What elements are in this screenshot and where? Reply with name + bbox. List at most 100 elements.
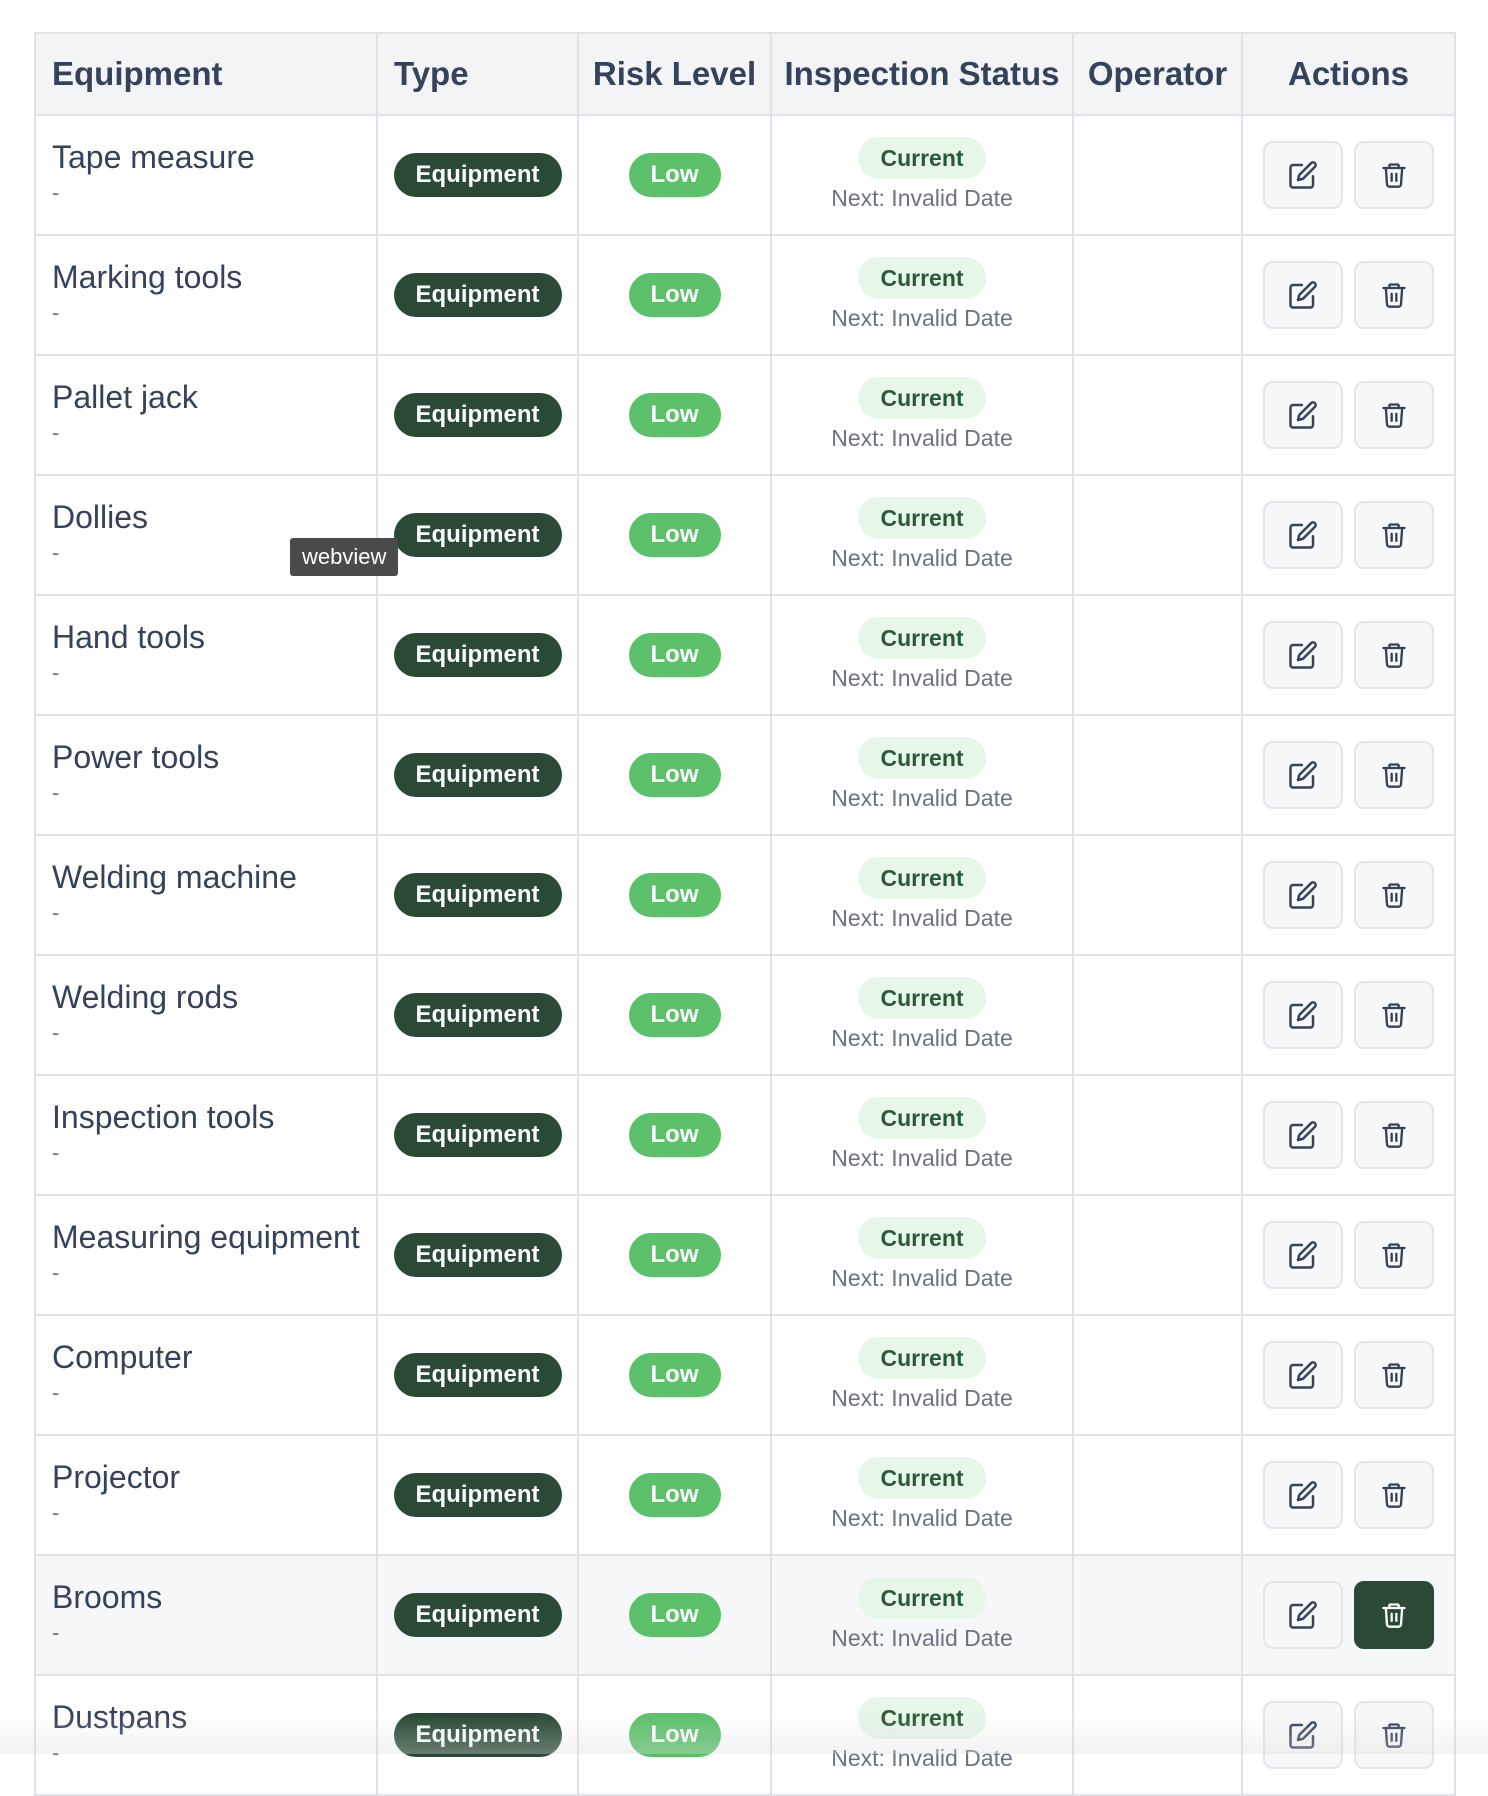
operator-cell	[1072, 474, 1243, 596]
trash-icon	[1382, 283, 1406, 308]
equipment-subtitle: -	[52, 1740, 60, 1765]
edit-icon	[1289, 281, 1318, 309]
column-header-inspection-status[interactable]: Inspection Status	[770, 32, 1074, 116]
equipment-name: Pallet jack	[52, 379, 198, 415]
trash-icon	[1382, 523, 1406, 548]
delete-button[interactable]	[1353, 1221, 1434, 1289]
table-row[interactable]: Marking tools - Equipment Low Current Ne…	[34, 234, 1456, 356]
edit-button[interactable]	[1263, 1341, 1344, 1409]
type-badge: Equipment	[393, 1473, 562, 1517]
delete-button[interactable]	[1353, 861, 1434, 929]
table-row[interactable]: Pallet jack - Equipment Low Current Next…	[34, 354, 1456, 476]
delete-button[interactable]	[1353, 1581, 1434, 1649]
table-row[interactable]: Welding rods - Equipment Low Current Nex…	[34, 954, 1456, 1076]
equipment-cell: Marking tools -	[34, 234, 378, 356]
inspection-status-badge: Current	[858, 617, 986, 659]
next-inspection-date: Next: Invalid Date	[831, 1625, 1013, 1651]
edit-button[interactable]	[1263, 1461, 1344, 1529]
equipment-subtitle: -	[52, 1020, 60, 1045]
equipment-subtitle: -	[52, 1140, 60, 1165]
table-row[interactable]: Brooms - Equipment Low Current Next: Inv…	[34, 1554, 1456, 1676]
trash-icon	[1382, 1003, 1406, 1028]
operator-cell	[1072, 234, 1243, 356]
inspection-cell: Current Next: Invalid Date	[770, 1074, 1074, 1196]
table-row[interactable]: Tape measure - Equipment Low Current Nex…	[34, 114, 1456, 236]
edit-button[interactable]	[1263, 261, 1344, 329]
edit-button[interactable]	[1263, 621, 1344, 689]
operator-cell	[1072, 1674, 1243, 1796]
edit-icon	[1289, 401, 1318, 429]
operator-cell	[1072, 1434, 1243, 1556]
column-header-operator[interactable]: Operator	[1072, 32, 1243, 116]
delete-button[interactable]	[1353, 261, 1434, 329]
equipment-subtitle: -	[52, 1500, 60, 1525]
column-header-type[interactable]: Type	[376, 32, 579, 116]
delete-button[interactable]	[1353, 981, 1434, 1049]
table-row[interactable]: Projector - Equipment Low Current Next: …	[34, 1434, 1456, 1556]
inspection-cell: Current Next: Invalid Date	[770, 354, 1074, 476]
inspection-cell: Current Next: Invalid Date	[770, 114, 1074, 236]
inspection-status-badge: Current	[858, 137, 986, 179]
type-cell: Equipment	[376, 354, 579, 476]
equipment-name: Hand tools	[52, 619, 205, 655]
delete-button[interactable]	[1353, 381, 1434, 449]
edit-button[interactable]	[1263, 861, 1344, 929]
edit-button[interactable]	[1263, 741, 1344, 809]
edit-button[interactable]	[1263, 501, 1344, 569]
table-row[interactable]: Inspection tools - Equipment Low Current…	[34, 1074, 1456, 1196]
table-row[interactable]: Dustpans - Equipment Low Current Next: I…	[34, 1674, 1456, 1796]
edit-button[interactable]	[1263, 141, 1344, 209]
inspection-status-badge: Current	[858, 1577, 986, 1619]
equipment-name: Welding machine	[52, 859, 297, 895]
risk-badge: Low	[628, 633, 721, 677]
next-inspection-date: Next: Invalid Date	[831, 545, 1013, 571]
equipment-name: Dollies	[52, 499, 149, 535]
edit-button[interactable]	[1263, 381, 1344, 449]
column-header-equipment[interactable]: Equipment	[34, 32, 378, 116]
risk-cell: Low	[577, 1554, 772, 1676]
edit-button[interactable]	[1263, 1581, 1344, 1649]
operator-cell	[1072, 834, 1243, 956]
trash-icon	[1382, 1723, 1406, 1748]
inspection-status-badge: Current	[858, 737, 986, 779]
inspection-status-badge: Current	[858, 377, 986, 419]
column-header-risk-level[interactable]: Risk Level	[577, 32, 772, 116]
operator-cell	[1072, 714, 1243, 836]
actions-cell	[1241, 1074, 1456, 1196]
edit-button[interactable]	[1263, 1101, 1344, 1169]
delete-button[interactable]	[1353, 741, 1434, 809]
risk-cell: Low	[577, 834, 772, 956]
edit-icon	[1289, 641, 1318, 669]
type-badge: Equipment	[393, 1593, 562, 1637]
table-row[interactable]: Dollies - Equipment Low Current Next: In…	[34, 474, 1456, 596]
actions-cell	[1241, 1434, 1456, 1556]
edit-icon	[1289, 1241, 1318, 1269]
risk-badge: Low	[628, 1353, 721, 1397]
table-row[interactable]: Computer - Equipment Low Current Next: I…	[34, 1314, 1456, 1436]
actions-cell	[1241, 354, 1456, 476]
table-row[interactable]: Power tools - Equipment Low Current Next…	[34, 714, 1456, 836]
edit-button[interactable]	[1263, 1701, 1344, 1769]
table-row[interactable]: Measuring equipment - Equipment Low Curr…	[34, 1194, 1456, 1316]
type-cell: Equipment	[376, 1074, 579, 1196]
risk-badge: Low	[628, 873, 721, 917]
next-inspection-date: Next: Invalid Date	[831, 1025, 1013, 1051]
table-row[interactable]: Hand tools - Equipment Low Current Next:…	[34, 594, 1456, 716]
delete-button[interactable]	[1353, 621, 1434, 689]
trash-icon	[1382, 1483, 1406, 1508]
equipment-cell: Tape measure -	[34, 114, 378, 236]
delete-button[interactable]	[1353, 501, 1434, 569]
delete-button[interactable]	[1353, 1461, 1434, 1529]
delete-button[interactable]	[1353, 1101, 1434, 1169]
table-row[interactable]: Welding machine - Equipment Low Current …	[34, 834, 1456, 956]
edit-button[interactable]	[1263, 1221, 1344, 1289]
edit-icon	[1289, 1361, 1318, 1389]
delete-button[interactable]	[1353, 1701, 1434, 1769]
edit-button[interactable]	[1263, 981, 1344, 1049]
delete-button[interactable]	[1353, 1341, 1434, 1409]
risk-cell: Low	[577, 1434, 772, 1556]
equipment-subtitle: -	[52, 780, 60, 805]
edit-icon	[1289, 1601, 1318, 1629]
type-cell: Equipment	[376, 1314, 579, 1436]
delete-button[interactable]	[1353, 141, 1434, 209]
